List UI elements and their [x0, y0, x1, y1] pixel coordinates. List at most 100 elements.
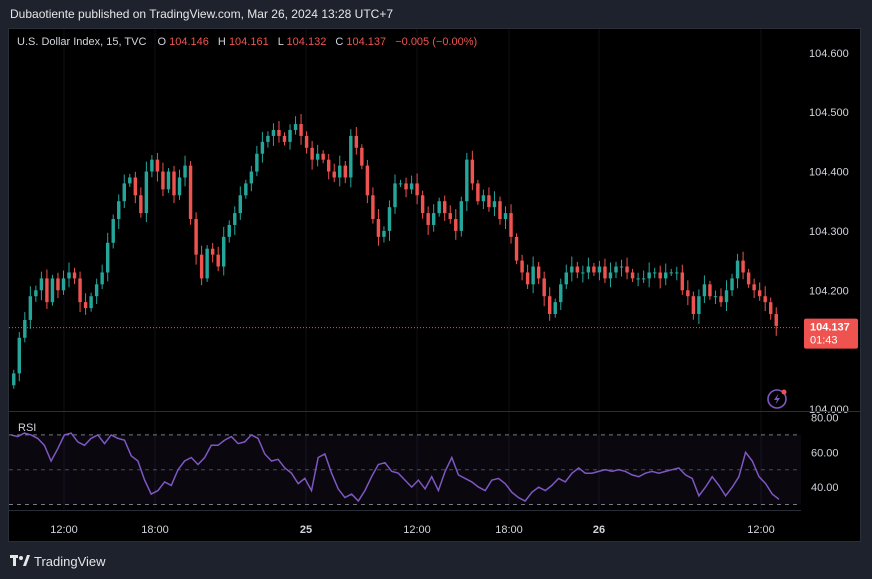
candle: [183, 155, 187, 187]
time-tick: 12:00: [50, 524, 78, 536]
candle: [454, 209, 458, 240]
rsi-tick: 60.00: [811, 447, 839, 459]
candle: [708, 280, 712, 300]
candle: [244, 179, 248, 199]
candle: [271, 123, 276, 146]
candle: [128, 173, 132, 187]
candle: [431, 204, 436, 232]
legend: U.S. Dollar Index, 15, TVC O 104.146 H 1…: [17, 36, 477, 48]
candle: [34, 285, 38, 302]
legend-open-value: 104.146: [169, 36, 209, 48]
candle: [614, 261, 618, 279]
chart-canvas[interactable]: U.S. Dollar Index, 15, TVC O 104.146 H 1…: [9, 29, 860, 541]
candle: [387, 200, 392, 241]
candle: [354, 127, 359, 155]
candle: [470, 150, 475, 191]
candle: [315, 144, 320, 167]
candle: [768, 297, 773, 320]
time-axis[interactable]: 12:00 18:00 25 12:00 18:00 26 12:00: [50, 524, 775, 536]
candle: [277, 121, 281, 143]
candle: [50, 274, 55, 306]
legend-symbol: U.S. Dollar Index, 15, TVC: [17, 36, 146, 48]
price-tick: 104.400: [809, 167, 849, 179]
price-axis[interactable]: 104.600 104.500 104.400 104.300 104.200 …: [809, 48, 849, 416]
candle: [150, 155, 154, 178]
candle: [763, 286, 767, 312]
candle: [393, 174, 397, 214]
candle: [735, 253, 740, 289]
candle: [503, 206, 508, 230]
candle: [166, 167, 171, 193]
candle: [382, 226, 386, 243]
countdown-timer: 01:43: [810, 335, 838, 347]
candle: [255, 145, 259, 177]
tradingview-brand[interactable]: TradingView: [10, 553, 106, 569]
candle: [680, 264, 685, 295]
legend-open-label: O: [157, 36, 166, 48]
candle: [520, 254, 524, 281]
candle: [752, 278, 756, 299]
time-tick: 18:00: [495, 524, 523, 536]
candle: [238, 186, 243, 220]
candle: [691, 291, 696, 320]
price-tick: 104.600: [809, 48, 849, 60]
candle: [498, 196, 502, 225]
candle: [304, 131, 309, 154]
candle: [371, 187, 375, 224]
candle: [376, 209, 381, 246]
candle: [117, 194, 121, 230]
candle: [459, 196, 464, 237]
legend-change: −0.005 (−0.00%): [395, 36, 477, 48]
candle: [536, 261, 541, 285]
legend-high-label: H: [218, 36, 226, 48]
candle: [603, 258, 607, 284]
candle: [741, 251, 745, 280]
candle: [39, 271, 44, 301]
candle: [531, 256, 535, 294]
candle: [514, 233, 519, 265]
rsi-label: RSI: [18, 422, 36, 434]
candle: [343, 160, 347, 184]
candle: [266, 131, 270, 148]
candle: [476, 179, 480, 205]
candle: [443, 195, 447, 221]
candle: [288, 124, 292, 150]
rsi-axis[interactable]: 80.00 60.00 40.00: [811, 412, 839, 494]
price-tick: 104.300: [809, 226, 849, 238]
candle: [310, 141, 314, 170]
publish-info: Dubaotiente published on TradingView.com…: [10, 7, 394, 21]
candle: [641, 270, 646, 284]
candle: [575, 261, 580, 279]
candle: [570, 256, 574, 282]
candle: [597, 260, 602, 281]
candle: [161, 162, 165, 197]
legend-close-value: 104.137: [346, 36, 386, 48]
candle: [56, 272, 60, 299]
candle: [675, 266, 679, 281]
candlestick-series: [12, 114, 778, 389]
candle: [481, 189, 486, 210]
candle: [525, 264, 530, 289]
candle: [338, 155, 342, 187]
candle: [730, 273, 734, 296]
candle: [321, 150, 325, 164]
lightning-icon[interactable]: [767, 389, 787, 409]
candle: [144, 161, 149, 222]
legend-low-value: 104.132: [287, 36, 327, 48]
candle: [630, 268, 635, 282]
candle: [17, 332, 22, 382]
candle: [686, 280, 690, 306]
chart-frame[interactable]: U.S. Dollar Index, 15, TVC O 104.146 H 1…: [8, 28, 861, 542]
candle: [702, 275, 707, 303]
legend-high-value: 104.161: [229, 36, 269, 48]
candle: [155, 152, 160, 182]
candle: [409, 175, 414, 194]
candle: [365, 159, 370, 204]
candle: [559, 278, 563, 310]
candle: [658, 265, 662, 289]
candle: [227, 220, 231, 243]
candle: [426, 206, 430, 235]
candle: [625, 257, 629, 280]
candle: [542, 271, 546, 307]
candle: [547, 287, 552, 321]
